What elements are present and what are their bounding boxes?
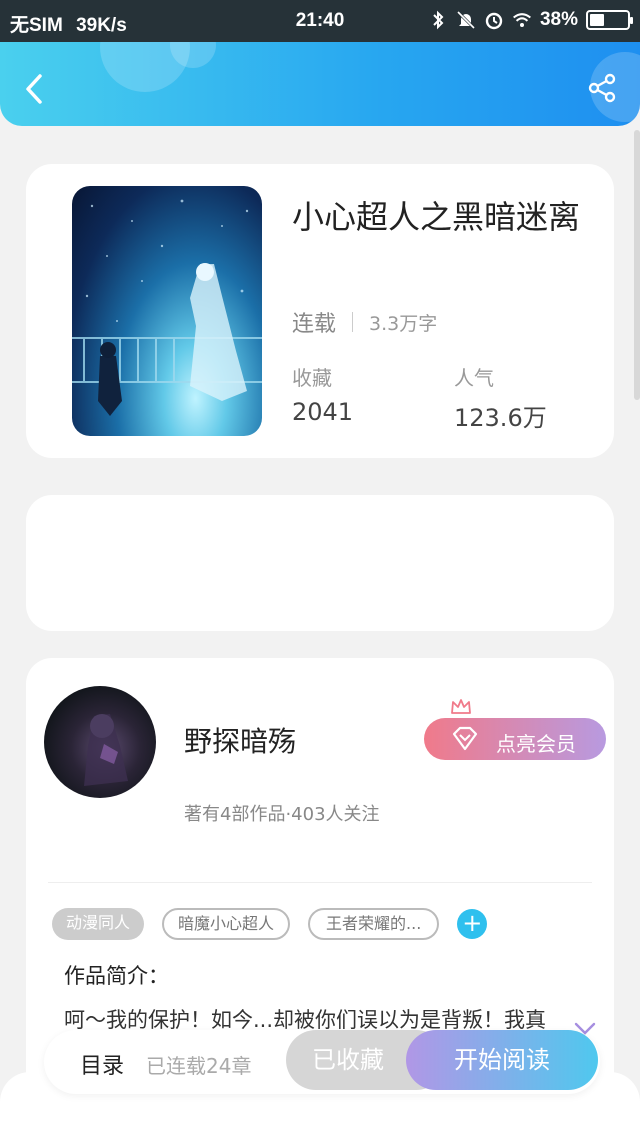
- tag-list: 动漫同人 暗魔小心超人 王者荣耀的... +: [52, 908, 488, 940]
- divider: [352, 312, 354, 332]
- back-icon[interactable]: [18, 72, 52, 106]
- word-count: 3.3万字: [369, 312, 438, 335]
- intro-title: 作品简介：: [64, 964, 169, 988]
- section-divider: [48, 882, 592, 883]
- wifi-icon: [513, 13, 531, 28]
- tag-item[interactable]: 王者荣耀的...: [308, 908, 440, 940]
- activate-membership-button[interactable]: 点亮会员: [424, 718, 606, 760]
- serial-status: 连载: [292, 312, 337, 337]
- diamond-icon: [452, 726, 478, 751]
- favorites-label: 收藏: [292, 366, 332, 390]
- member-button-label: 点亮会员: [496, 732, 576, 756]
- share-icon[interactable]: [586, 72, 618, 104]
- favorites-count: 2041: [292, 398, 354, 426]
- popularity-label: 人气: [454, 366, 494, 390]
- bottom-action-bar: 目录 已连载24章 已收藏 开始阅读: [44, 1030, 600, 1094]
- battery-fill: [590, 14, 604, 26]
- tag-item[interactable]: 暗魔小心超人: [162, 908, 291, 940]
- battery-icon: [586, 10, 633, 30]
- start-reading-button[interactable]: 开始阅读: [406, 1030, 598, 1090]
- toc-button[interactable]: 目录: [80, 1048, 124, 1080]
- author-avatar[interactable]: [44, 686, 156, 798]
- alarm-icon: [485, 12, 503, 30]
- top-header: [0, 42, 640, 126]
- add-tag-button[interactable]: +: [457, 909, 488, 939]
- book-cover[interactable]: [72, 186, 262, 436]
- scroll-indicator[interactable]: [634, 130, 640, 400]
- bluetooth-icon: [433, 10, 444, 30]
- cover-art: [72, 199, 262, 416]
- book-title: 小心超人之黑暗迷离: [292, 198, 581, 236]
- chapter-count: 已连载24章: [146, 1054, 252, 1078]
- tag-item[interactable]: 动漫同人: [52, 908, 145, 940]
- popularity-count: 123.6万: [454, 404, 547, 432]
- author-meta: 著有4部作品·403人关注: [184, 804, 380, 825]
- book-info-card: 小心超人之黑暗迷离 连载 3.3万字 收藏 2041 人气 123.6万: [26, 164, 614, 458]
- author-name[interactable]: 野探暗殇: [184, 720, 296, 760]
- empty-card: [26, 495, 614, 631]
- mute-icon: [456, 10, 476, 30]
- avatar-art: [84, 714, 128, 786]
- status-right: 38%: [428, 9, 633, 31]
- status-bar: 无SIM 39K/s 21:40 38%: [0, 0, 640, 42]
- book-status-line: 连载 3.3万字: [292, 306, 437, 338]
- battery-percent: 38%: [539, 9, 578, 30]
- crown-icon: [451, 699, 471, 714]
